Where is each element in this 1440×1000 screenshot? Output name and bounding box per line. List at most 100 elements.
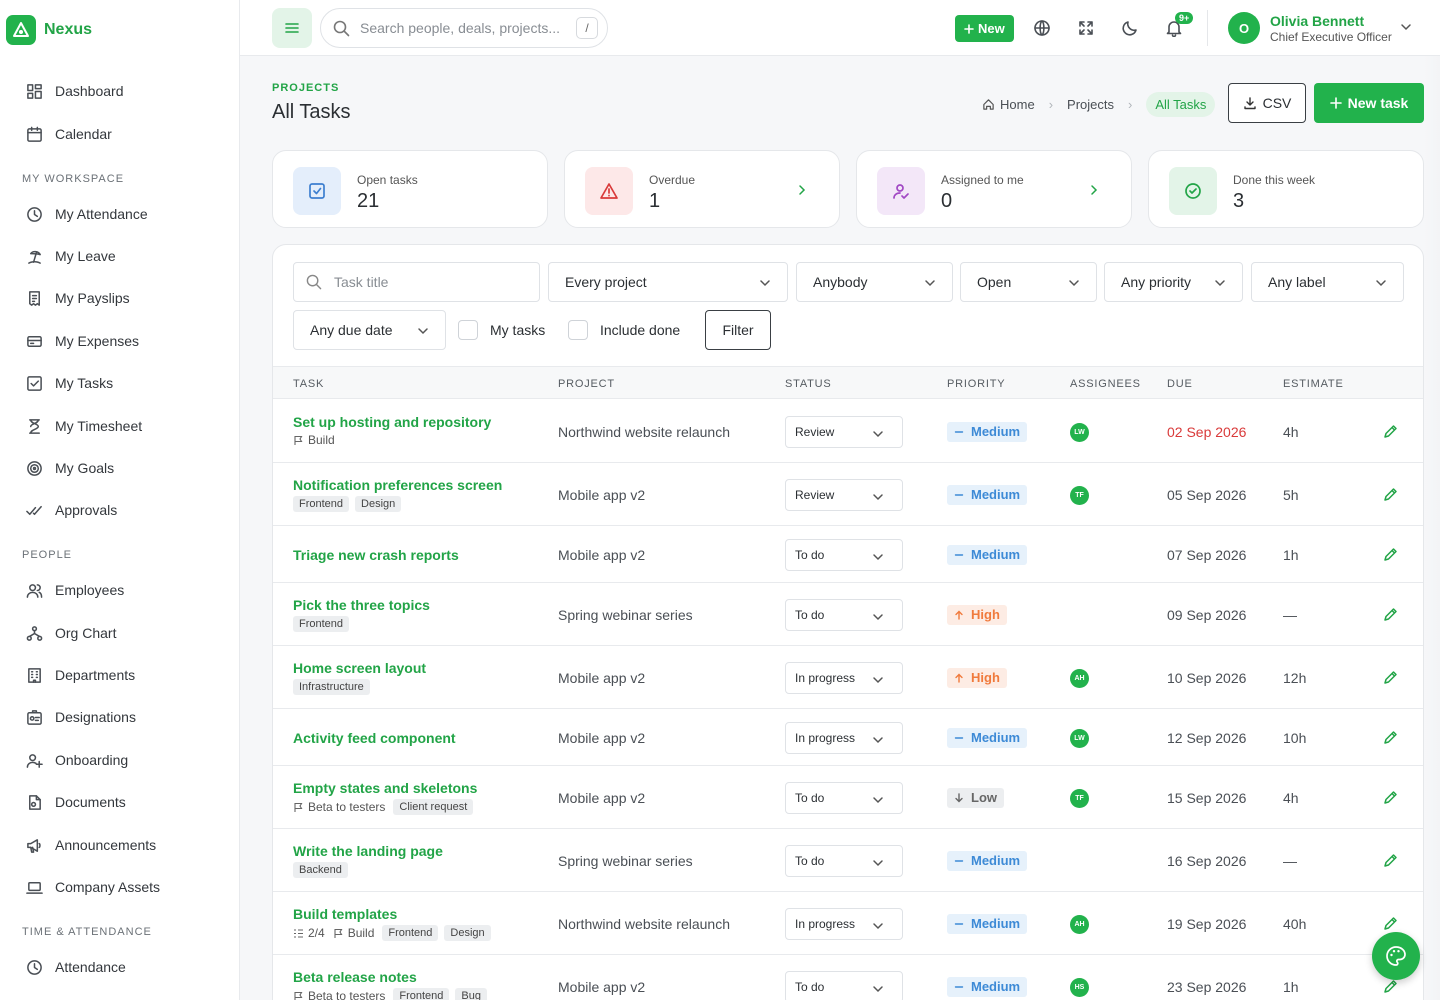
assignee-avatar[interactable]: LW <box>1070 728 1089 748</box>
task-title-link[interactable]: Activity feed component <box>293 730 456 746</box>
sidebar-item-employees[interactable]: Employees <box>26 578 124 602</box>
sidebar-item-my-payslips[interactable]: My Payslips <box>26 286 130 310</box>
assignee-avatar[interactable]: TF <box>1070 485 1089 505</box>
theme-toggle-button[interactable] <box>1114 12 1146 44</box>
project-select[interactable]: Every project <box>548 262 788 302</box>
task-title-filter[interactable] <box>293 262 540 302</box>
status-select[interactable]: To do <box>785 844 903 877</box>
sidebar-item-dashboard[interactable]: Dashboard <box>26 79 124 103</box>
sidebar-item-my-leave[interactable]: My Leave <box>26 244 116 268</box>
edit-icon[interactable] <box>1382 424 1398 440</box>
sidebar-item-departments[interactable]: Departments <box>26 663 135 687</box>
clock-icon <box>27 206 42 222</box>
sidebar-item-onboarding[interactable]: Onboarding <box>26 748 128 772</box>
filter-button[interactable]: Filter <box>705 310 771 350</box>
include-done-label[interactable]: Include done <box>600 322 680 338</box>
export-csv-button[interactable]: CSV <box>1228 83 1306 123</box>
new-task-button[interactable]: New task <box>1314 83 1424 123</box>
chevron-right-icon[interactable] <box>1089 183 1099 197</box>
edit-icon[interactable] <box>1382 790 1398 806</box>
global-search[interactable]: / <box>320 8 608 48</box>
minus-icon <box>954 553 964 556</box>
sidebar-item-label: Calendar <box>55 126 112 142</box>
include-done-checkbox[interactable] <box>568 320 588 340</box>
sidebar-item-announcements[interactable]: Announcements <box>26 833 156 857</box>
sidebar-item-calendar[interactable]: Calendar <box>26 122 112 146</box>
assignee-avatar[interactable]: AH <box>1070 668 1089 688</box>
assignee-select[interactable]: Anybody <box>796 262 953 302</box>
task-title-link[interactable]: Notification preferences screen <box>293 477 502 493</box>
status-select[interactable]: To do <box>785 598 903 631</box>
status-select[interactable]: In progress <box>785 661 903 694</box>
status-select[interactable]: To do <box>785 538 903 571</box>
subtask-count-text: 2/4 <box>308 926 325 940</box>
edit-icon[interactable] <box>1382 670 1398 686</box>
breadcrumb-home[interactable]: Home <box>1000 97 1035 112</box>
edit-icon[interactable] <box>1382 487 1398 503</box>
task-title-link[interactable]: Pick the three topics <box>293 597 430 613</box>
project-name: Mobile app v2 <box>558 789 646 806</box>
sidebar-item-company-assets[interactable]: Company Assets <box>26 875 160 899</box>
user-avatar[interactable]: O <box>1228 12 1260 44</box>
status-select[interactable]: To do <box>785 970 903 1000</box>
language-button[interactable] <box>1026 12 1058 44</box>
task-title-link[interactable]: Empty states and skeletons <box>293 780 477 796</box>
sidebar-item-my-timesheet[interactable]: My Timesheet <box>26 414 142 438</box>
status-filter-select[interactable]: Open <box>960 262 1097 302</box>
edit-icon[interactable] <box>1382 607 1398 623</box>
chevron-right-icon[interactable] <box>797 183 807 197</box>
task-title-link[interactable]: Triage new crash reports <box>293 547 459 563</box>
status-select[interactable]: To do <box>785 781 903 814</box>
task-title-link[interactable]: Set up hosting and repository <box>293 414 491 430</box>
breadcrumb-projects[interactable]: Projects <box>1067 97 1114 112</box>
sidebar-item-attendance[interactable]: Attendance <box>26 955 126 979</box>
task-title-input[interactable] <box>334 274 514 290</box>
task-title-link[interactable]: Beta release notes <box>293 969 417 985</box>
menu-toggle-button[interactable] <box>272 8 312 48</box>
assignee-avatar[interactable]: TF <box>1070 788 1089 808</box>
theme-customizer-button[interactable] <box>1372 932 1420 980</box>
checkbox-icon <box>293 167 341 215</box>
stat-assigned-to-me[interactable]: Assigned to me 0 <box>856 150 1132 228</box>
sidebar-item-my-goals[interactable]: My Goals <box>26 456 114 480</box>
sidebar-item-org-chart[interactable]: Org Chart <box>26 621 116 645</box>
task-title-link[interactable]: Build templates <box>293 906 397 922</box>
sidebar-item-my-attendance[interactable]: My Attendance <box>26 202 148 226</box>
sidebar-item-label: My Leave <box>55 248 116 264</box>
new-button[interactable]: New <box>955 15 1014 42</box>
stat-overdue[interactable]: Overdue 1 <box>564 150 840 228</box>
edit-icon[interactable] <box>1382 730 1398 746</box>
fullscreen-button[interactable] <box>1070 12 1102 44</box>
breadcrumb-current: All Tasks <box>1146 91 1216 117</box>
assignee-avatar[interactable]: LW <box>1070 422 1089 442</box>
status-select[interactable]: Review <box>785 478 903 511</box>
edit-icon[interactable] <box>1382 916 1398 932</box>
my-tasks-label[interactable]: My tasks <box>490 322 545 338</box>
my-tasks-checkbox[interactable] <box>458 320 478 340</box>
sidebar-item-designations[interactable]: Designations <box>26 705 136 729</box>
edit-icon[interactable] <box>1382 979 1398 995</box>
status-select[interactable]: In progress <box>785 721 903 754</box>
priority-select[interactable]: Any priority <box>1104 262 1243 302</box>
logo[interactable]: Nexus <box>6 15 92 45</box>
status-select[interactable]: Review <box>785 415 903 448</box>
assignee-avatar[interactable]: HS <box>1070 977 1089 997</box>
chevron-down-icon <box>925 280 935 287</box>
subtask-count: 2/4 <box>293 926 325 940</box>
edit-icon[interactable] <box>1382 547 1398 563</box>
task-title-link[interactable]: Home screen layout <box>293 660 426 676</box>
assignee-avatar[interactable]: AH <box>1070 914 1089 934</box>
chevron-down-icon[interactable] <box>1400 21 1412 33</box>
sidebar-item-my-tasks[interactable]: My Tasks <box>26 371 113 395</box>
search-input[interactable] <box>360 20 560 36</box>
user-name[interactable]: Olivia Bennett <box>1270 13 1364 29</box>
label-select[interactable]: Any label <box>1251 262 1404 302</box>
sidebar-item-documents[interactable]: Documents <box>26 790 126 814</box>
status-select[interactable]: In progress <box>785 907 903 940</box>
task-title-link[interactable]: Write the landing page <box>293 843 443 859</box>
sidebar-item-approvals[interactable]: Approvals <box>26 498 117 522</box>
sidebar-item-my-expenses[interactable]: My Expenses <box>26 329 139 353</box>
notifications-button[interactable]: 9+ <box>1158 12 1194 44</box>
edit-icon[interactable] <box>1382 853 1398 869</box>
due-date-select[interactable]: Any due date <box>293 310 446 350</box>
